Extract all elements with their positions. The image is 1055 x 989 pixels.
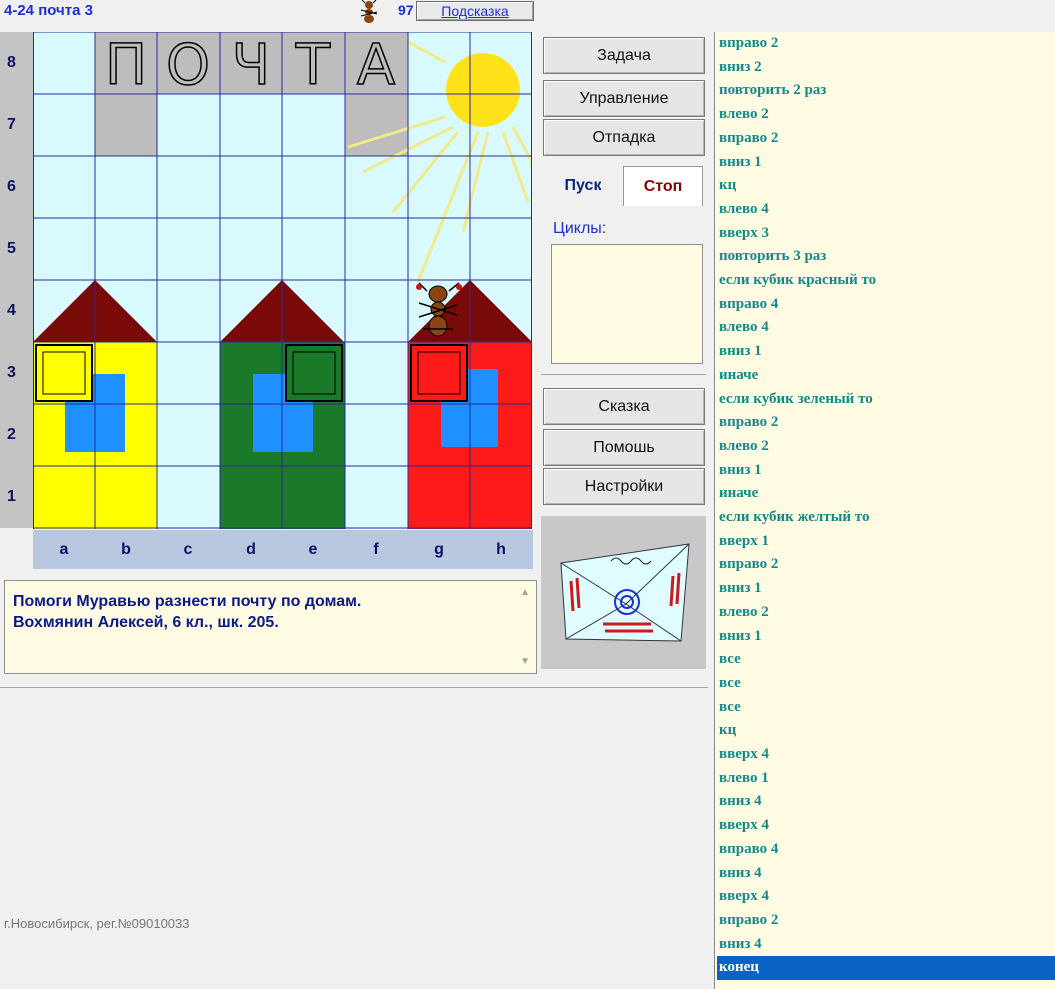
program-line[interactable]: иначе bbox=[717, 482, 1055, 506]
program-line[interactable]: вниз 2 bbox=[717, 56, 1055, 80]
green-cube bbox=[285, 344, 343, 402]
scroll-down-icon[interactable]: ▼ bbox=[520, 656, 530, 667]
program-listing[interactable]: вправо 2 вниз 2 повторить 2 раз влево 2 впра… bbox=[714, 32, 1055, 989]
program-line[interactable]: конец bbox=[717, 956, 1055, 980]
game-board[interactable]: П О Ч Т А bbox=[33, 31, 534, 529]
col-label: b bbox=[121, 541, 131, 558]
program-line[interactable]: вниз 1 bbox=[717, 625, 1055, 649]
letter: Т bbox=[295, 33, 331, 98]
story-button[interactable]: Сказка bbox=[543, 388, 705, 425]
program-line[interactable]: вверх 4 bbox=[717, 743, 1055, 767]
row-label: 1 bbox=[7, 488, 16, 505]
program-line[interactable]: вправо 4 bbox=[717, 293, 1055, 317]
program-line[interactable]: вправо 2 bbox=[717, 411, 1055, 435]
program-line[interactable]: все bbox=[717, 672, 1055, 696]
program-line[interactable]: влево 2 bbox=[717, 601, 1055, 625]
description-box[interactable]: Помоги Муравью разнести почту по домам. … bbox=[4, 580, 537, 674]
score-value: 97 bbox=[398, 2, 414, 18]
task-button[interactable]: Задача bbox=[543, 37, 705, 74]
program-line[interactable]: повторить 3 раз bbox=[717, 245, 1055, 269]
row-label: 6 bbox=[7, 178, 16, 195]
row-label: 8 bbox=[7, 54, 16, 71]
program-line[interactable]: вниз 1 bbox=[717, 340, 1055, 364]
description-line2: Вохмянин Алексей, 6 кл., шк. 205. bbox=[13, 614, 279, 631]
stop-tab[interactable]: Стоп bbox=[623, 166, 703, 206]
program-line[interactable]: влево 4 bbox=[717, 198, 1055, 222]
gray-cell-b7 bbox=[95, 94, 157, 156]
separator-line bbox=[541, 374, 706, 375]
row-label: 2 bbox=[7, 426, 16, 443]
program-line[interactable]: вниз 4 bbox=[717, 862, 1055, 886]
row-label: 3 bbox=[7, 364, 16, 381]
col-label: a bbox=[59, 541, 69, 558]
program-line[interactable]: влево 1 bbox=[717, 767, 1055, 791]
program-line[interactable]: все bbox=[717, 696, 1055, 720]
program-line[interactable]: вверх 1 bbox=[717, 530, 1055, 554]
envelope-icon bbox=[560, 543, 690, 642]
program-line[interactable]: вправо 4 bbox=[717, 838, 1055, 862]
program-line[interactable]: влево 2 bbox=[717, 103, 1055, 127]
program-line[interactable]: если кубик красный то bbox=[717, 269, 1055, 293]
yellow-cube bbox=[35, 344, 93, 402]
program-line[interactable]: вниз 1 bbox=[717, 577, 1055, 601]
red-cube bbox=[410, 344, 468, 402]
col-label: d bbox=[246, 541, 256, 558]
program-line[interactable]: вправо 2 bbox=[717, 32, 1055, 56]
letter: О bbox=[166, 33, 210, 98]
control-button[interactable]: Управление bbox=[543, 80, 705, 117]
description-line1: Помоги Муравью разнести почту по домам. bbox=[13, 593, 362, 610]
col-label: h bbox=[496, 541, 506, 558]
program-line[interactable]: вправо 2 bbox=[717, 127, 1055, 151]
program-line[interactable]: вниз 4 bbox=[717, 790, 1055, 814]
cycles-box[interactable] bbox=[551, 244, 703, 364]
col-label: f bbox=[373, 541, 379, 558]
ant-icon bbox=[358, 0, 380, 24]
program-line[interactable]: вниз 4 bbox=[717, 933, 1055, 957]
program-line[interactable]: кц bbox=[717, 174, 1055, 198]
col-label: e bbox=[308, 541, 318, 558]
program-line[interactable]: если кубик желтый то bbox=[717, 506, 1055, 530]
run-tab[interactable]: Пуск bbox=[545, 166, 621, 206]
program-line[interactable]: все bbox=[717, 648, 1055, 672]
row-label: 5 bbox=[7, 240, 16, 257]
scroll-up-icon[interactable]: ▲ bbox=[520, 587, 530, 598]
level-title: 4-24 почта 3 bbox=[4, 2, 93, 19]
debug-button[interactable]: Отпадка bbox=[543, 119, 705, 156]
program-line[interactable]: вправо 2 bbox=[717, 909, 1055, 933]
letter: Ч bbox=[232, 33, 270, 98]
program-line[interactable]: влево 4 bbox=[717, 316, 1055, 340]
col-label: c bbox=[183, 541, 193, 558]
separator-line bbox=[0, 687, 708, 688]
column-labels: a b c d e f g h bbox=[33, 530, 533, 569]
program-line[interactable]: если кубик зеленый то bbox=[717, 388, 1055, 412]
program-line[interactable]: вниз 1 bbox=[717, 459, 1055, 483]
hint-button[interactable]: Подсказка bbox=[416, 1, 534, 21]
program-line[interactable]: вверх 3 bbox=[717, 222, 1055, 246]
program-line[interactable]: вправо 2 bbox=[717, 553, 1055, 577]
settings-button[interactable]: Настройки bbox=[543, 468, 705, 505]
letter: П bbox=[105, 33, 147, 98]
program-line[interactable]: кц bbox=[717, 719, 1055, 743]
program-line[interactable]: вверх 4 bbox=[717, 885, 1055, 909]
program-line[interactable]: вверх 4 bbox=[717, 814, 1055, 838]
program-line[interactable]: повторить 2 раз bbox=[717, 79, 1055, 103]
envelope-picture bbox=[541, 516, 706, 669]
row-labels: 8 7 6 5 4 3 2 1 bbox=[0, 32, 33, 528]
cycles-label: Циклы: bbox=[553, 220, 607, 237]
registration-footer: г.Новосибирск, рег.№09010033 bbox=[4, 916, 190, 931]
help-button[interactable]: Помошь bbox=[543, 429, 705, 466]
letter: А bbox=[357, 33, 395, 98]
program-line[interactable]: влево 2 bbox=[717, 435, 1055, 459]
row-label: 4 bbox=[7, 302, 16, 319]
col-label: g bbox=[434, 541, 444, 558]
row-label: 7 bbox=[7, 116, 16, 133]
program-line[interactable]: иначе bbox=[717, 364, 1055, 388]
program-line[interactable]: вниз 1 bbox=[717, 151, 1055, 175]
